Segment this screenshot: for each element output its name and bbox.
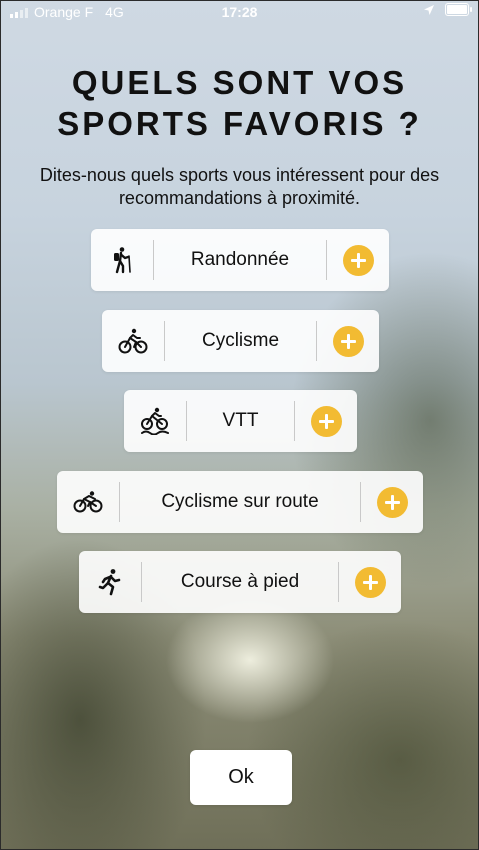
sport-label: Cyclisme xyxy=(201,330,280,351)
plus-icon xyxy=(376,486,408,518)
sport-option-cyclisme-sur-route[interactable]: Cyclisme sur route xyxy=(57,471,423,533)
sport-label: Cyclisme sur route xyxy=(161,491,319,512)
road-cycling-icon xyxy=(57,471,119,533)
sport-label: VTT xyxy=(222,410,259,431)
add-sport-button[interactable] xyxy=(339,551,401,613)
page-subtitle: Dites-nous quels sports vous intéressent… xyxy=(39,165,440,208)
add-sport-button[interactable] xyxy=(327,229,389,291)
status-bar: Orange F 4G 17:28 xyxy=(0,0,479,24)
clock: 17:28 xyxy=(221,4,258,20)
plus-icon xyxy=(310,405,342,437)
plus-icon xyxy=(342,244,374,276)
sport-label: Course à pied xyxy=(180,571,300,592)
plus-icon xyxy=(354,566,386,598)
plus-icon xyxy=(332,325,364,357)
page-title: QUELS SONT VOS SPORTS FAVORIS ? xyxy=(0,62,479,144)
add-sport-button[interactable] xyxy=(317,310,379,372)
running-icon xyxy=(79,551,141,613)
sport-option-vtt[interactable]: VTT xyxy=(124,390,357,452)
location-arrow-icon xyxy=(424,4,434,15)
sport-option-course-a-pied[interactable]: Course à pied xyxy=(79,551,401,613)
title-line-2: SPORTS FAVORIS ? xyxy=(57,105,422,142)
mountain-bike-icon xyxy=(124,390,186,452)
sport-option-randonnee[interactable]: Randonnée xyxy=(91,229,389,291)
cycling-icon xyxy=(102,310,164,372)
title-line-1: QUELS SONT VOS xyxy=(71,64,408,101)
sport-option-cyclisme[interactable]: Cyclisme xyxy=(102,310,379,372)
hiking-icon xyxy=(91,229,153,291)
ok-button[interactable]: Ok xyxy=(190,750,292,805)
sport-label: Randonnée xyxy=(190,249,290,270)
add-sport-button[interactable] xyxy=(361,471,423,533)
battery-icon xyxy=(445,3,472,16)
add-sport-button[interactable] xyxy=(295,390,357,452)
